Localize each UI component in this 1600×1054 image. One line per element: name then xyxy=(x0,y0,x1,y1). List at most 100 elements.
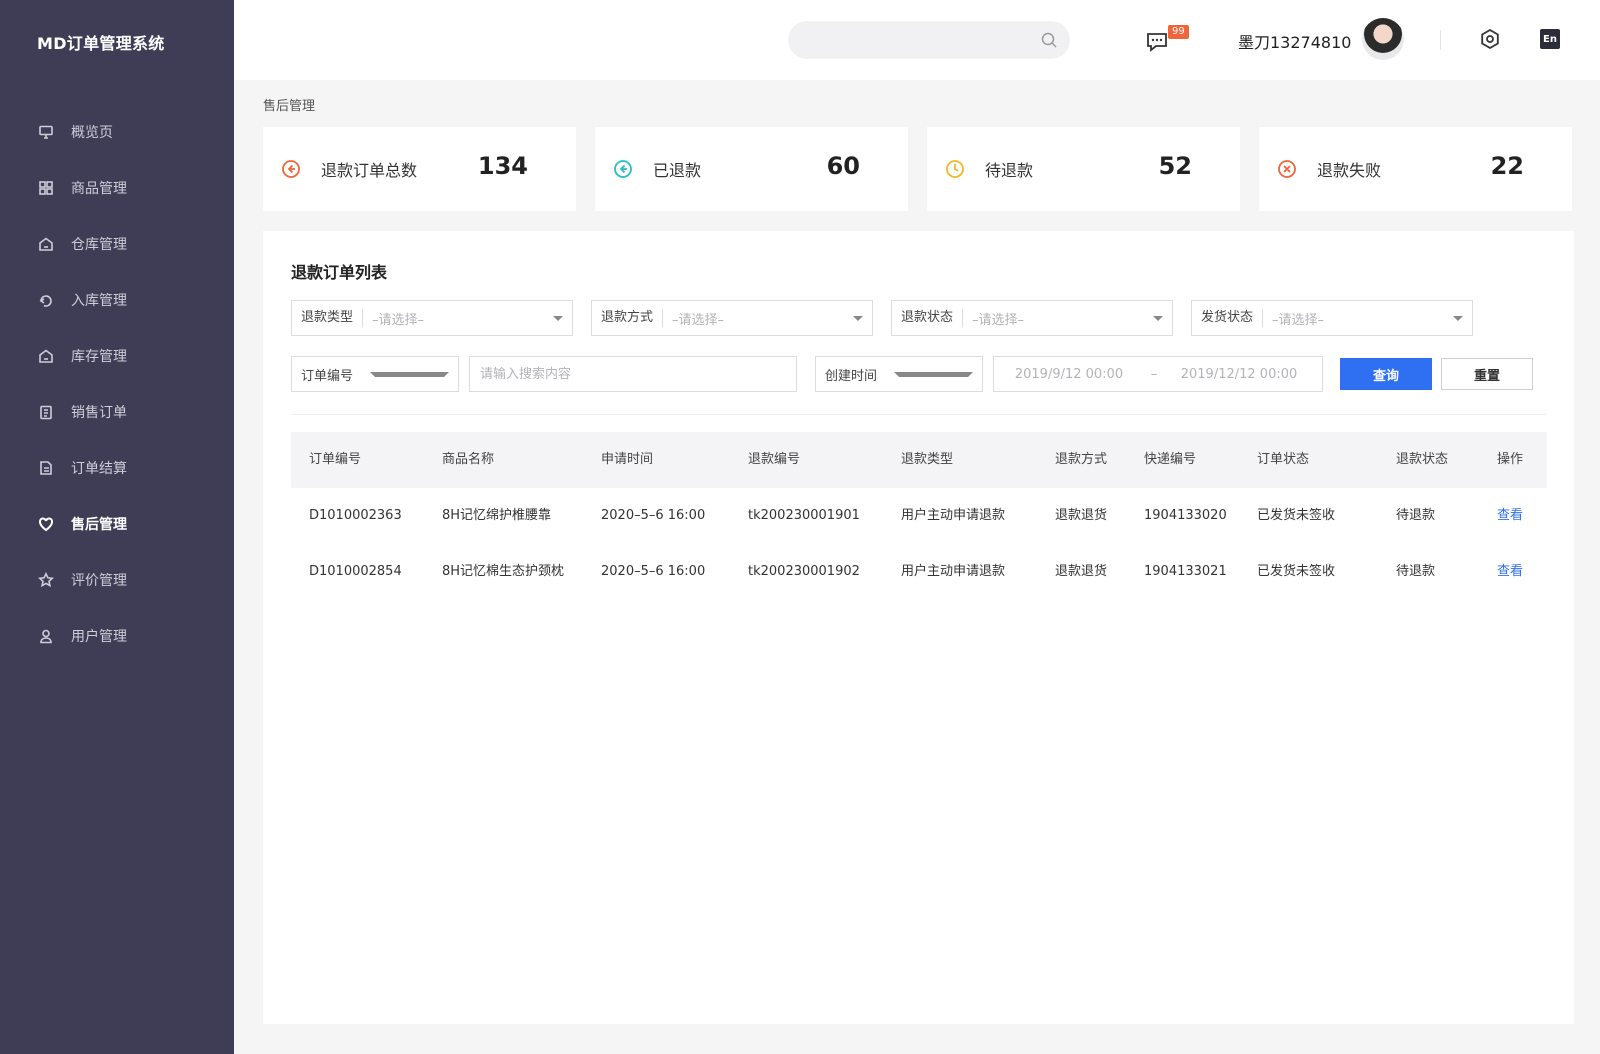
sidebar-item-settlement[interactable]: 订单结算 xyxy=(0,440,234,496)
table-cell: D1010002854 xyxy=(309,564,402,579)
filter-label: 退款类型 xyxy=(292,309,364,327)
table-cell: 已发货未签收 xyxy=(1257,564,1336,579)
sidebar: MD订单管理系统 概览页 商品管理 仓库管理 入库管理 库存管理 销售订单 订单… xyxy=(0,0,234,1054)
sidebar-item-overview[interactable]: 概览页 xyxy=(0,104,234,160)
table-cell: 已发货未签收 xyxy=(1257,508,1336,523)
table-row: D1010002854 8H记忆棉生态护颈枕 2020–5–6 16:00 tk… xyxy=(291,544,1547,600)
avatar[interactable] xyxy=(1362,18,1404,60)
sidebar-item-label: 概览页 xyxy=(71,125,113,141)
sidebar-item-products[interactable]: 商品管理 xyxy=(0,160,234,216)
order-field-select[interactable]: 订单编号 xyxy=(291,356,459,392)
language-toggle[interactable]: En xyxy=(1540,29,1560,49)
column-header: 退款状态 xyxy=(1396,452,1449,467)
chevron-down-icon xyxy=(1153,315,1163,321)
star-icon xyxy=(37,571,55,589)
table-cell: 1904133020 xyxy=(1144,508,1227,523)
warehouse-icon xyxy=(37,235,55,253)
refund-status-select[interactable]: 退款状态 –请选择– xyxy=(891,300,1173,336)
stat-value: 134 xyxy=(477,152,528,180)
message-badge: 99 xyxy=(1168,25,1189,39)
sidebar-item-label: 库存管理 xyxy=(71,349,127,365)
stat-card-failed: 退款失败 22 xyxy=(1259,127,1572,211)
table-cell: 2020–5–6 16:00 xyxy=(601,564,706,579)
chevron-down-icon xyxy=(1453,315,1463,321)
search-content-input[interactable] xyxy=(470,357,796,391)
sidebar-item-warehouse[interactable]: 仓库管理 xyxy=(0,216,234,272)
sidebar-item-sales-orders[interactable]: 销售订单 xyxy=(0,384,234,440)
search-input[interactable] xyxy=(788,21,1018,59)
select-value: 订单编号 xyxy=(301,368,354,384)
refund-order-panel: 退款订单列表 退款类型 –请选择– 退款方式 –请选择– 退款状态 –请选择– … xyxy=(263,231,1574,1024)
sidebar-item-label: 评价管理 xyxy=(71,573,127,589)
sidebar-item-inbound[interactable]: 入库管理 xyxy=(0,272,234,328)
table-cell: 2020–5–6 16:00 xyxy=(601,508,706,523)
monitor-icon xyxy=(37,123,55,141)
date-range-picker[interactable]: 2019/9/12 00:00 – 2019/12/12 00:00 xyxy=(993,356,1323,392)
sidebar-item-after-sales[interactable]: 售后管理 xyxy=(0,496,234,552)
table-cell: 退款退货 xyxy=(1055,508,1108,523)
query-button[interactable]: 查询 xyxy=(1340,358,1432,390)
date-from: 2019/9/12 00:00 xyxy=(1014,366,1124,382)
table-cell: 退款退货 xyxy=(1055,564,1108,579)
column-header: 操作 xyxy=(1497,452,1524,467)
stat-label: 退款订单总数 xyxy=(321,161,418,180)
stat-card-total: 退款订单总数 134 xyxy=(263,127,576,211)
table-cell: 用户主动申请退款 xyxy=(901,564,1006,579)
view-link[interactable]: 查看 xyxy=(1497,544,1523,600)
table-header: 订单编号 商品名称 申请时间 退款编号 退款类型 退款方式 快递编号 订单状态 … xyxy=(291,432,1547,488)
filter-label: 退款方式 xyxy=(592,309,664,327)
column-header: 退款方式 xyxy=(1055,452,1108,467)
back-arrow-icon xyxy=(282,160,300,178)
breadcrumb: 售后管理 xyxy=(263,99,316,114)
sidebar-item-reviews[interactable]: 评价管理 xyxy=(0,552,234,608)
panel-title: 退款订单列表 xyxy=(291,263,388,282)
chevron-down-icon xyxy=(853,315,863,321)
table-row: D1010002363 8H记忆绵护椎腰靠 2020–5–6 16:00 tk2… xyxy=(291,488,1547,544)
message-icon[interactable] xyxy=(1144,28,1170,54)
clipboard-icon xyxy=(37,403,55,421)
table-cell: 待退款 xyxy=(1396,564,1436,579)
stat-label: 退款失败 xyxy=(1317,161,1382,180)
stat-label: 已退款 xyxy=(653,161,702,180)
stat-card-pending: 待退款 52 xyxy=(927,127,1240,211)
sidebar-nav: 概览页 商品管理 仓库管理 入库管理 库存管理 销售订单 订单结算 售后管理 评… xyxy=(0,104,234,664)
column-header: 订单编号 xyxy=(309,452,362,467)
chevron-down-icon xyxy=(370,371,449,377)
user-icon xyxy=(37,627,55,645)
search-icon[interactable] xyxy=(1040,31,1058,49)
stat-value: 60 xyxy=(826,152,860,180)
username[interactable]: 墨刀13274810 xyxy=(1238,29,1351,53)
chevron-down-icon xyxy=(553,315,563,321)
column-header: 退款类型 xyxy=(901,452,954,467)
table-cell: 8H记忆棉生态护颈枕 xyxy=(442,564,565,579)
ship-status-select[interactable]: 发货状态 –请选择– xyxy=(1191,300,1473,336)
sidebar-item-stock[interactable]: 库存管理 xyxy=(0,328,234,384)
stat-value: 22 xyxy=(1490,152,1524,180)
select-value: 创建时间 xyxy=(825,368,878,384)
stock-icon xyxy=(37,347,55,365)
divider xyxy=(1440,30,1441,50)
stat-card-refunded: 已退款 60 xyxy=(595,127,908,211)
reset-button[interactable]: 重置 xyxy=(1441,358,1533,390)
close-circle-icon xyxy=(1278,160,1296,178)
search-field xyxy=(469,356,797,392)
column-header: 快递编号 xyxy=(1144,452,1197,467)
refund-method-select[interactable]: 退款方式 –请选择– xyxy=(591,300,873,336)
table-cell: 8H记忆绵护椎腰靠 xyxy=(442,508,552,523)
sidebar-item-label: 销售订单 xyxy=(71,405,127,421)
table-cell: 待退款 xyxy=(1396,508,1436,523)
time-field-select[interactable]: 创建时间 xyxy=(815,356,983,392)
view-link[interactable]: 查看 xyxy=(1497,488,1523,544)
table-cell: tk200230001902 xyxy=(748,564,860,579)
filter-label: 发货状态 xyxy=(1192,309,1264,327)
sidebar-item-users[interactable]: 用户管理 xyxy=(0,608,234,664)
search-box xyxy=(788,21,1070,59)
top-bar: 99 墨刀13274810 En xyxy=(234,0,1600,80)
inbound-icon xyxy=(37,291,55,309)
refund-type-select[interactable]: 退款类型 –请选择– xyxy=(291,300,573,336)
sidebar-item-label: 订单结算 xyxy=(71,461,127,477)
gear-icon[interactable] xyxy=(1479,28,1501,50)
app-title: MD订单管理系统 xyxy=(37,34,165,53)
filter-value: –请选择– xyxy=(372,312,425,328)
back-arrow-icon xyxy=(614,160,632,178)
